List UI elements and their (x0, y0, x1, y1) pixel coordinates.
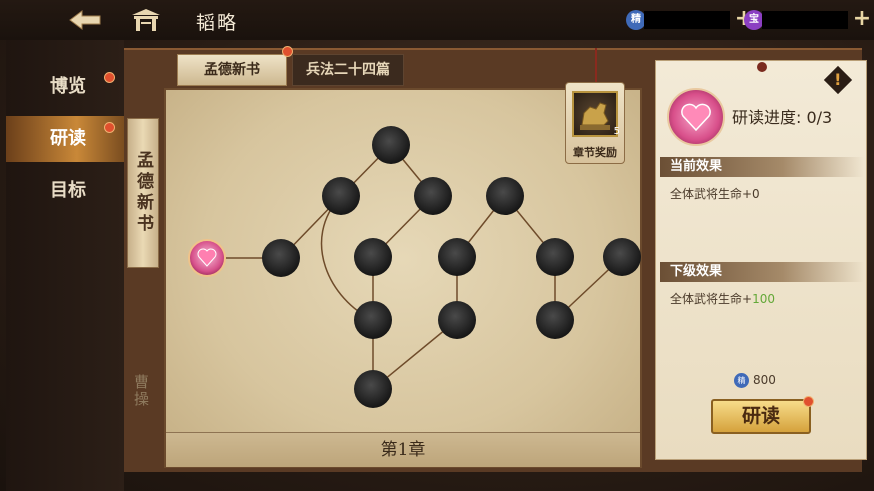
reward-count: 5 (613, 126, 620, 137)
resource-jing: 精 + (626, 8, 756, 32)
top-bar: 韬略 精 + 宝 + (0, 0, 874, 40)
skill-node-locked[interactable] (438, 301, 476, 339)
skill-node-locked[interactable] (322, 177, 360, 215)
current-effect-header: 当前效果 (660, 157, 864, 177)
notification-dot (803, 396, 814, 407)
sidebar-item-label: 博览 (50, 76, 86, 97)
skill-node-locked[interactable] (354, 238, 392, 276)
chapter-reward-card[interactable]: 5 章节奖励 (565, 82, 625, 164)
sidebar-item-label: 研读 (50, 128, 86, 149)
pin-icon (757, 62, 767, 72)
skill-node-locked[interactable] (262, 239, 300, 277)
next-effect-header: 下级效果 (660, 262, 864, 282)
resource-jing-value (644, 11, 730, 29)
next-effect-text: 全体武将生命+100 (670, 290, 775, 307)
sidebar-item-browse[interactable]: 博览 (6, 64, 124, 110)
sidebar-item-label: 目标 (50, 180, 86, 201)
study-cost: 精 800 (734, 373, 776, 388)
skill-node-locked[interactable] (536, 301, 574, 339)
notification-dot (104, 72, 115, 83)
tab-bingfa-24[interactable]: 兵法二十四篇 (292, 54, 404, 86)
page-title: 韬略 (196, 12, 239, 34)
sidebar: 博览 研读 目标 (6, 40, 124, 491)
resource-gem-value (762, 11, 848, 29)
back-arrow-icon[interactable] (68, 8, 104, 32)
qilin-statue-icon (572, 91, 618, 137)
study-button[interactable]: 研读 (711, 399, 811, 434)
skill-node-locked[interactable] (354, 301, 392, 339)
jing-currency-icon: 精 (734, 373, 749, 388)
skill-node-locked[interactable] (414, 177, 452, 215)
skill-node-locked[interactable] (603, 238, 641, 276)
book-tab-caocao[interactable]: 曹操 (131, 374, 152, 408)
notification-dot (104, 122, 115, 133)
cost-value: 800 (753, 373, 776, 387)
skill-node-heart-active[interactable] (188, 239, 226, 277)
next-effect-prefix: 全体武将生命+ (670, 292, 753, 306)
reward-string (595, 48, 597, 82)
current-effect-text: 全体武将生命+0 (670, 187, 760, 201)
tab-label: 孟德新书 (204, 62, 260, 78)
study-progress: 研读进度: 0/3 (732, 108, 833, 127)
book-tab-mengde-xinshu[interactable]: 孟德新书 (127, 118, 159, 268)
skill-node-locked[interactable] (354, 370, 392, 408)
tab-label: 兵法二十四篇 (306, 62, 390, 78)
home-gate-icon[interactable] (130, 7, 162, 33)
skill-node-locked[interactable] (536, 238, 574, 276)
skill-node-locked[interactable] (372, 126, 410, 164)
chapter-label: 第1章 (166, 432, 640, 467)
add-gem-button[interactable]: + (852, 8, 872, 30)
gem-currency-icon: 宝 (744, 10, 764, 30)
heart-skill-icon (667, 88, 725, 146)
next-effect-value: 100 (752, 292, 775, 306)
skill-node-locked[interactable] (486, 177, 524, 215)
jing-currency-icon: 精 (626, 10, 646, 30)
resource-gem: 宝 + (744, 8, 874, 32)
skill-node-locked[interactable] (438, 238, 476, 276)
tab-mengde-xinshu[interactable]: 孟德新书 (177, 54, 287, 86)
reward-label: 章节奖励 (573, 146, 617, 159)
sidebar-item-goals[interactable]: 目标 (6, 168, 124, 214)
sidebar-item-study[interactable]: 研读 (6, 116, 124, 162)
